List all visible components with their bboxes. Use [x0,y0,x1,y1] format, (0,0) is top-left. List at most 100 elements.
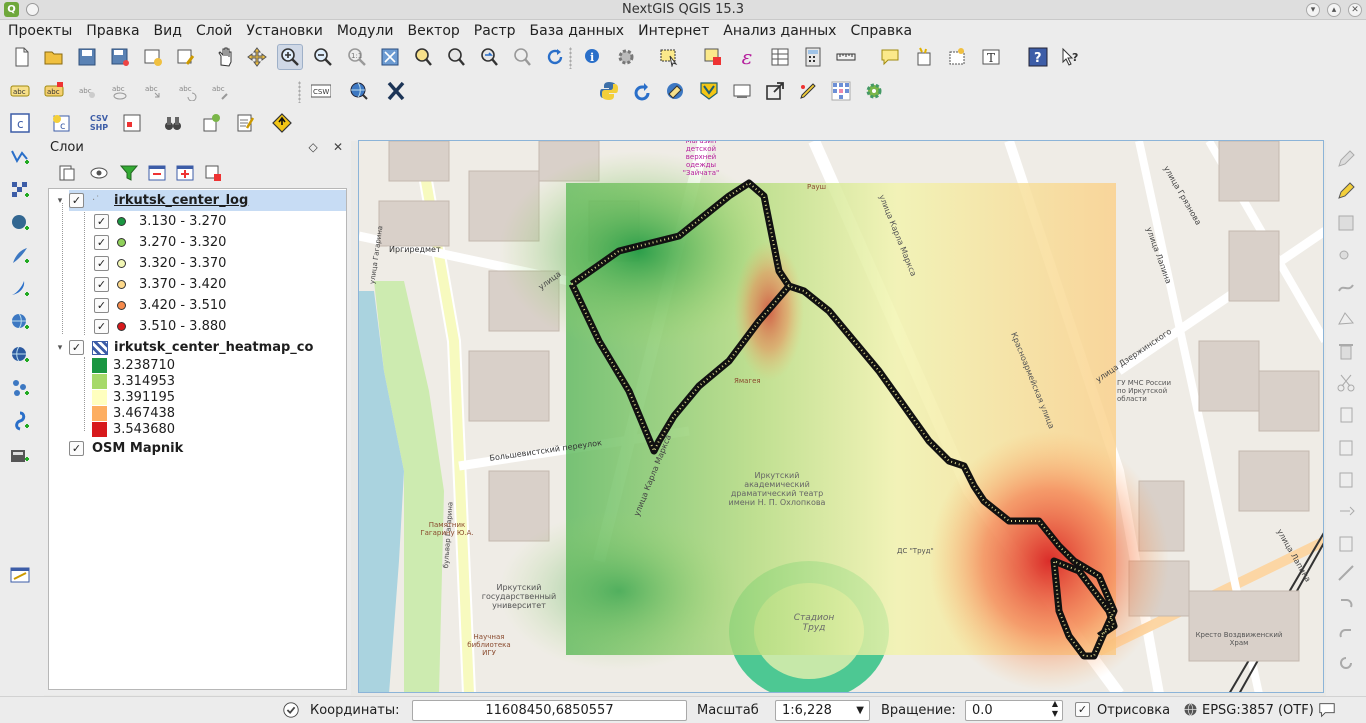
nextgis-connect-icon[interactable] [696,78,722,104]
csv-to-shp-icon[interactable]: CSV SHP [86,110,112,136]
close-icon[interactable]: ✕ [1348,3,1362,17]
add-line-icon[interactable] [1333,274,1359,300]
layer-visibility-checkbox[interactable]: ✓ [69,340,84,355]
close-panel-icon[interactable]: ✕ [333,140,343,154]
scale-combobox[interactable]: 1:6,228 ▼ [775,700,870,721]
menu-database[interactable]: База данных [523,23,632,39]
layout-manager-icon[interactable] [173,44,199,70]
move-label-icon[interactable]: abc [140,78,166,104]
attribute-table-icon[interactable] [767,44,793,70]
csw-icon[interactable]: CSW [308,78,334,104]
x-tool-icon[interactable] [383,78,409,104]
change-label-icon[interactable]: abc [207,78,233,104]
crs-label[interactable]: EPSG:3857 (OTF) [1202,703,1314,718]
rotate-feature-icon[interactable] [1333,650,1359,676]
layout-manager-side-icon[interactable] [7,562,33,588]
new-project-icon[interactable] [9,44,35,70]
label-style-icon[interactable]: abc [41,78,67,104]
pan-to-selection-icon[interactable] [244,44,270,70]
reshape-icon[interactable] [1333,466,1359,492]
zoom-next-icon[interactable] [509,44,535,70]
save-edits-icon[interactable] [1333,210,1359,236]
add-vector-layer-icon[interactable] [7,144,33,170]
add-point-icon[interactable] [1333,242,1359,268]
legend-class-row[interactable]: ✓ 3.130 - 3.270 [94,211,226,232]
run-action-icon[interactable] [613,44,639,70]
copy-features-icon[interactable] [1333,402,1359,428]
add-wfs-icon[interactable] [7,342,33,368]
add-spatialite-icon[interactable] [7,243,33,269]
georeferencer-icon[interactable] [662,78,688,104]
class-checkbox[interactable]: ✓ [94,214,109,229]
binoculars-icon[interactable] [160,110,186,136]
advanced-digitize-icon[interactable] [1333,560,1359,586]
new-print-layout-icon[interactable] [140,44,166,70]
warning-sign-icon[interactable] [269,110,295,136]
class-checkbox[interactable]: ✓ [94,319,109,334]
class-checkbox[interactable]: ✓ [94,298,109,313]
add-wms-icon[interactable] [7,309,33,335]
menu-projects[interactable]: Проекты [0,23,79,39]
python-console-icon[interactable] [596,78,622,104]
undo-plugin-icon[interactable] [629,78,655,104]
messages-icon[interactable] [282,701,300,719]
legend-class-row[interactable]: ✓ 3.270 - 3.320 [94,232,226,253]
pan-icon[interactable] [212,44,238,70]
add-postgis-layer-icon[interactable] [7,210,33,236]
grid-tool-icon[interactable] [828,78,854,104]
show-hide-labels-icon[interactable]: abc [107,78,133,104]
layer-visibility-checkbox[interactable]: ✓ [69,193,84,208]
redo-icon[interactable] [1333,620,1359,646]
map-canvas[interactable]: Иргиредмет улица Гагарина Большевистский… [358,140,1324,693]
processing-icon[interactable] [861,78,887,104]
add-mssql-icon[interactable] [7,276,33,302]
deselect-icon[interactable] [700,44,726,70]
vertex-tool-icon[interactable] [1333,306,1359,332]
menu-view[interactable]: Вид [147,23,189,39]
screen-capture-icon[interactable] [729,78,755,104]
coordinates-field[interactable]: 11608450,6850557 [412,700,687,721]
layer-row-irkutsk-center-log[interactable]: ▾ ✓ ·˙ irkutsk_center_log [58,190,346,211]
show-bookmarks-icon[interactable] [944,44,970,70]
add-delimited-icon[interactable] [7,408,33,434]
expand-all-icon[interactable] [144,160,170,186]
add-group-icon[interactable] [54,160,80,186]
log-messages-icon[interactable] [1318,701,1336,719]
menu-analysis[interactable]: Анализ данных [716,23,843,39]
measure-icon[interactable] [833,44,859,70]
identify-icon[interactable]: i [580,44,606,70]
layer-row-osm-mapnik[interactable]: ✓ OSM Mapnik [69,438,183,459]
delete-selected-icon[interactable] [1333,338,1359,364]
plugin-tool-icon[interactable] [199,110,225,136]
class-checkbox[interactable]: ✓ [94,277,109,292]
add-virtual-layer-icon[interactable] [7,441,33,467]
render-checkbox[interactable]: ✓ [1075,702,1090,717]
refresh-icon[interactable] [542,44,568,70]
add-delimited-text-icon[interactable]: c [48,110,74,136]
menu-vector[interactable]: Вектор [400,23,466,39]
menu-plugins[interactable]: Модули [330,23,401,39]
zoom-out-icon[interactable] [310,44,336,70]
new-bookmark-icon[interactable] [911,44,937,70]
map-tips-icon[interactable] [877,44,903,70]
pin-labels-icon[interactable]: abc [74,78,100,104]
toggle-editing-icon[interactable] [1333,178,1359,204]
save-as-icon[interactable] [107,44,133,70]
text-annotation-icon[interactable]: T [978,44,1004,70]
rotate-label-icon[interactable]: abc [174,78,200,104]
menu-help[interactable]: Справка [843,23,919,39]
label-toolbar-icon[interactable]: abc [7,78,33,104]
pencil-disabled-icon[interactable] [1333,146,1359,172]
legend-class-row[interactable]: ✓ 3.420 - 3.510 [94,295,226,316]
save-project-icon[interactable] [74,44,100,70]
cut-features-icon[interactable] [1333,370,1359,396]
collapse-arrow-icon[interactable]: ▾ [55,343,65,353]
collapse-all-icon[interactable] [172,160,198,186]
zoom-to-selection-icon[interactable] [410,44,436,70]
zoom-in-icon[interactable] [277,44,303,70]
remove-layer-icon[interactable] [200,160,226,186]
data-source-manager-icon[interactable]: c [7,110,33,136]
zoom-native-icon[interactable]: 1:1 [344,44,370,70]
layer-visibility-checkbox[interactable]: ✓ [69,441,84,456]
help-icon[interactable]: ? [1025,44,1051,70]
